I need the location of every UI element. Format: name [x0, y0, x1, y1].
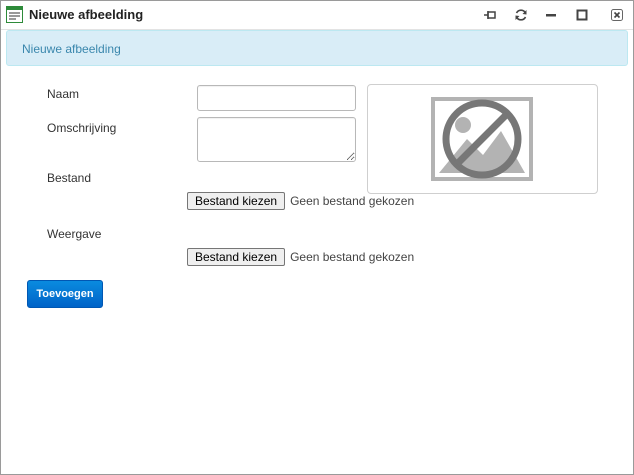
minimize-icon[interactable]	[543, 7, 559, 23]
refresh-icon[interactable]	[513, 7, 529, 23]
weergave-choose-button[interactable]: Bestand kiezen	[187, 248, 286, 266]
window-title: Nieuwe afbeelding	[29, 7, 144, 22]
maximize-icon[interactable]	[574, 7, 590, 23]
banner-title: Nieuwe afbeelding	[22, 42, 121, 56]
omschrijving-textarea[interactable]	[197, 117, 356, 162]
naam-input[interactable]	[197, 85, 356, 111]
omschrijving-label: Omschrijving	[47, 121, 117, 135]
bestand-file-status: Geen bestand gekozen	[290, 194, 415, 208]
form-icon	[6, 6, 23, 23]
close-icon[interactable]	[609, 7, 625, 23]
toevoegen-button[interactable]: Toevoegen	[27, 280, 103, 308]
weergave-label: Weergave	[47, 227, 102, 241]
bestand-choose-button[interactable]: Bestand kiezen	[187, 192, 286, 210]
naam-label: Naam	[47, 87, 80, 101]
no-image-icon	[431, 97, 533, 181]
weergave-file-status: Geen bestand gekozen	[290, 250, 415, 264]
bestand-label: Bestand	[47, 171, 92, 185]
dialog-window: Nieuwe afbeelding Nieuwe afbeelding Naam…	[0, 0, 634, 475]
bestand-file-picker: Bestand kiezen Geen bestand gekozen	[187, 192, 414, 210]
weergave-file-picker: Bestand kiezen Geen bestand gekozen	[187, 248, 414, 266]
pin-icon[interactable]	[482, 7, 498, 23]
image-preview	[367, 84, 598, 194]
title-bar[interactable]: Nieuwe afbeelding	[1, 1, 633, 30]
info-banner: Nieuwe afbeelding	[6, 30, 628, 66]
